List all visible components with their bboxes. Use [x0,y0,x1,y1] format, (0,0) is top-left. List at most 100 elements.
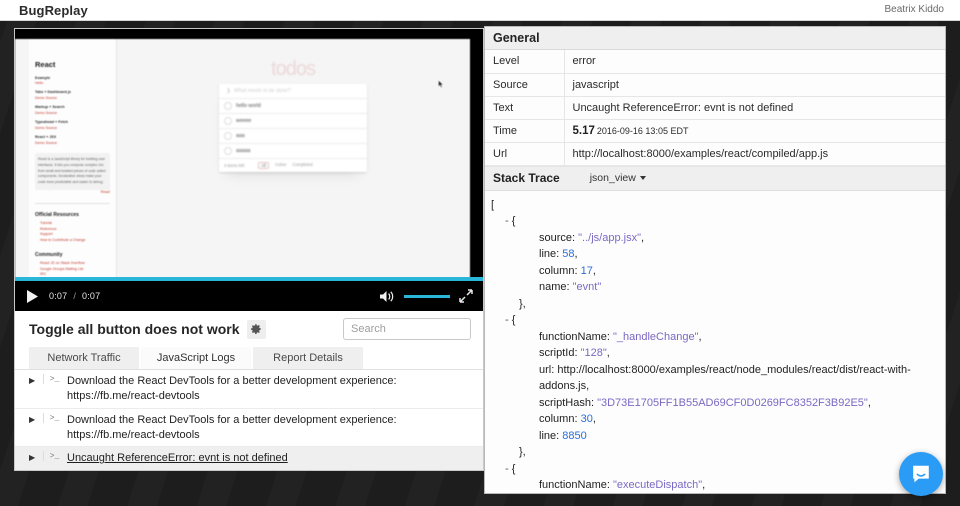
row-value: Uncaught ReferenceError: evnt is not def… [564,96,945,120]
general-section-header: General [485,27,945,50]
json-comma: , [586,380,590,392]
search-input[interactable] [343,318,471,340]
video-player[interactable]: React Example Hello Tabs + Dashboard.js … [15,29,483,311]
json-brace: { [511,215,516,227]
json-value: 17 [580,264,593,277]
tab-javascript-logs[interactable]: JavaScript Logs [141,347,251,369]
json-value: "evnt" [572,281,602,293]
gear-button[interactable] [246,319,266,339]
captured-todo-item: aaaaa [219,144,367,159]
json-value: 8850 [562,429,587,442]
captured-section-item: How to Contribute a Change [40,238,86,243]
json-line: }, [491,296,945,313]
json-comma: , [592,413,596,425]
json-comma: , [702,479,706,491]
row-value-url: http://localhost:8000/examples/react/com… [564,142,945,166]
json-key: line: [539,248,563,260]
stack-trace-json: [- {source: "../js/app.jsx", line: 58, col… [485,191,945,491]
triangle-right-icon[interactable]: ▶ [29,413,43,424]
stack-trace-header: Stack Trace json_view [485,165,945,191]
volume-slider[interactable] [404,294,450,298]
captured-todo-filter: Active [274,162,287,167]
json-value: 30 [580,413,593,425]
json-key: functionName: [539,330,613,343]
json-collapse-toggle: - [505,462,512,475]
page-title: Toggle all button does not work [29,321,240,337]
report-header: Toggle all button does not work [15,311,483,347]
captured-todo-box: ❯ What needs to be done? hello world wee… [219,84,367,172]
json-line: - { [491,213,945,230]
log-row[interactable]: ▶ >_ Download the React DevTools for a b… [15,409,483,448]
log-message: Uncaught ReferenceError: evnt is not def… [67,452,288,465]
video-controls: 0:07 / 0:07 [15,281,483,311]
checkbox-icon [224,102,232,110]
fullscreen-icon[interactable] [459,289,473,303]
video-stage[interactable]: React Example Hello Tabs + Dashboard.js … [15,33,483,281]
json-line: name: "evnt" [491,279,945,296]
json-collapse-toggle: - [505,215,512,227]
row-value: javascript [564,73,945,97]
captured-todo-title: todos [271,58,316,80]
play-icon [26,289,38,303]
log-row-selected[interactable]: ▶ >_ Uncaught ReferenceError: evnt is no… [15,447,483,470]
checkbox-icon [224,117,232,125]
table-row: Source javascript [485,73,945,97]
captured-entry-link: Demo Source [35,110,57,115]
json-comma: , [867,396,871,409]
captured-section-title: Official Resources [35,211,79,218]
play-button[interactable] [15,289,49,303]
json-line: }, [491,444,945,461]
console-prompt-icon: >_ [43,374,65,384]
captured-todo-label: aaa [236,133,245,139]
row-key: Level [485,50,565,74]
tab-network-traffic[interactable]: Network Traffic [29,347,139,369]
console-prompt-icon: >_ [43,412,65,423]
json-comma: , [640,231,645,244]
app-header: BugReplay Beatrix Kiddo [0,0,960,21]
checkbox-icon [224,132,232,140]
captured-entry-link: Demo Source [35,140,57,145]
json-comma: , [698,330,702,343]
volume-icon[interactable] [380,290,395,303]
triangle-right-icon[interactable]: ▶ [29,374,43,385]
json-line: line: 8850 [491,428,945,445]
captured-todo-app: todos ❯ What needs to be done? hello wor… [219,59,367,172]
json-line: - { [491,461,945,478]
captured-entry-link: Demo Source [35,96,57,101]
captured-todo-label: weeee [236,118,252,124]
volume-slider-fill [404,294,450,298]
gear-icon [251,324,261,334]
captured-todo-new-row: ❯ What needs to be done? [219,84,367,99]
user-name[interactable]: Beatrix Kiddo [885,4,944,15]
captured-quote: React is a JavaScript library for buildi… [35,153,110,191]
triangle-right-icon[interactable]: ▶ [29,451,43,462]
current-time: 0:07 [49,291,68,301]
chat-launcher-button[interactable] [899,452,943,496]
tab-report-details[interactable]: Report Details [253,347,363,369]
view-mode-label: json_view [589,172,636,184]
checkbox-icon [224,147,232,155]
row-key: Url [485,142,565,166]
row-key: Source [485,73,565,97]
captured-todo-item: aaa [219,129,367,144]
json-value: "executeDispatch" [612,479,703,491]
time-absolute: 2016-09-16 13:05 EDT [596,125,689,136]
json-key: source: [539,231,579,244]
json-line: line: 58, [491,246,945,263]
captured-entry-link: Demo Source [35,125,57,130]
console-prompt-icon: >_ [43,451,65,462]
json-value: http://localhost:8000/examples/react/nod… [539,363,911,393]
log-row[interactable]: ▶ >_ Download the React DevTools for a b… [15,370,483,409]
captured-todo-placeholder: What needs to be done? [234,88,291,94]
json-key: column: [539,413,581,425]
table-row: Text Uncaught ReferenceError: evnt is no… [485,96,945,120]
json-comma: , [574,248,578,260]
captured-divider [35,202,110,204]
json-line: scriptId: "128", [491,345,945,362]
json-comma: , [606,347,610,359]
json-line: scriptHash: "3D73E1705FF1B55AD69CF0D0269… [491,395,945,412]
view-mode-dropdown[interactable]: json_view [590,172,646,184]
json-value: "3D73E1705FF1B55AD69CF0D0269FC8352F3B92E… [597,396,868,409]
captured-react-title: React [35,60,56,69]
brand-logo[interactable]: BugReplay [19,3,88,18]
